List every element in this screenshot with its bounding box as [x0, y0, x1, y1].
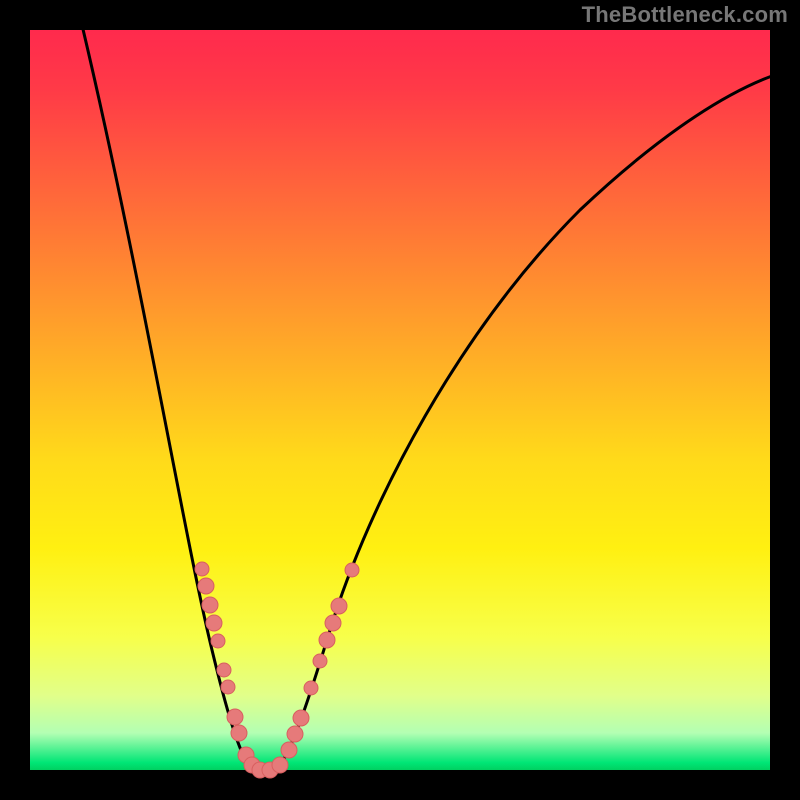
data-marker — [211, 634, 225, 648]
data-marker — [287, 726, 303, 742]
data-marker — [345, 563, 359, 577]
data-marker — [281, 742, 297, 758]
data-marker — [293, 710, 309, 726]
data-marker — [272, 757, 288, 773]
marker-group — [195, 562, 359, 778]
data-marker — [325, 615, 341, 631]
chart-frame: TheBottleneck.com — [0, 0, 800, 800]
data-marker — [198, 578, 214, 594]
curve-left — [82, 25, 263, 770]
data-marker — [319, 632, 335, 648]
data-marker — [206, 615, 222, 631]
data-marker — [231, 725, 247, 741]
data-marker — [202, 597, 218, 613]
curve-right — [263, 76, 772, 770]
data-marker — [221, 680, 235, 694]
data-marker — [227, 709, 243, 725]
data-marker — [313, 654, 327, 668]
chart-svg — [30, 30, 770, 770]
data-marker — [331, 598, 347, 614]
data-marker — [304, 681, 318, 695]
watermark-text: TheBottleneck.com — [582, 4, 788, 26]
data-marker — [195, 562, 209, 576]
chart-plot-area — [30, 30, 770, 770]
data-marker — [217, 663, 231, 677]
